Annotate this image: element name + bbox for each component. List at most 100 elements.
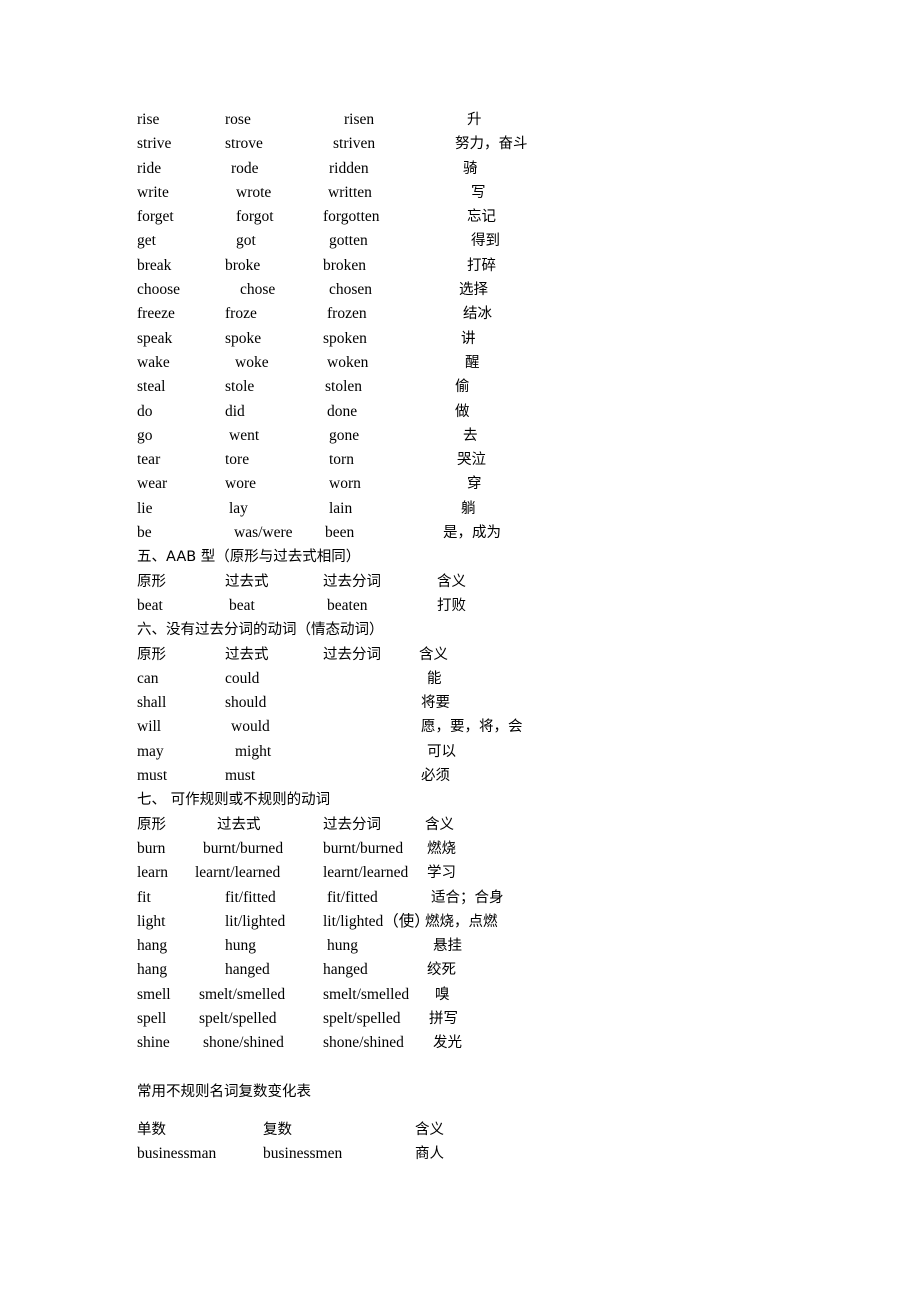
cell-participle: hanged xyxy=(323,961,368,979)
column-header-row-seven: 原形 过去式 过去分词 含义 xyxy=(137,813,857,837)
cell-past: shone/shined xyxy=(203,1034,284,1052)
cell-past: strove xyxy=(225,135,263,153)
cell-base: be xyxy=(137,524,152,542)
cell-base: get xyxy=(137,232,156,250)
column-header-past: 过去式 xyxy=(225,573,269,590)
table-row: hang hanged hanged 绞死 xyxy=(137,958,857,982)
column-header-participle: 过去分词 xyxy=(323,646,381,663)
cell-base: wake xyxy=(137,353,170,371)
table-row: spell spelt/spelled spelt/spelled 拼写 xyxy=(137,1007,857,1031)
cell-meaning: 必须 xyxy=(421,768,450,785)
cell-participle: lain xyxy=(329,499,353,517)
cell-past: beat xyxy=(229,596,255,614)
cell-base: can xyxy=(137,669,159,687)
cell-base: do xyxy=(137,402,153,420)
cell-meaning: 发光 xyxy=(433,1035,462,1052)
cell-base: smell xyxy=(137,985,171,1003)
cell-past: learnt/learned xyxy=(195,864,281,882)
column-header-meaning: 含义 xyxy=(415,1122,444,1139)
cell-base: rise xyxy=(137,111,160,128)
cell-meaning: 是，成为 xyxy=(443,525,501,542)
cell-base: learn xyxy=(137,864,168,882)
cell-participle: ridden xyxy=(329,159,369,177)
cell-base: shine xyxy=(137,1034,170,1052)
cell-base: tear xyxy=(137,451,161,469)
column-header-past: 过去式 xyxy=(217,816,261,833)
document-page: rise rose risen 升 strive strove striven 努力，奋斗 ri… xyxy=(0,0,920,1302)
table-row: get got gotten 得到 xyxy=(137,229,857,253)
cell-base: steal xyxy=(137,378,166,396)
section-title-five: 五、AAB 型（原形与过去式相同） xyxy=(137,549,361,566)
cell-past: hanged xyxy=(225,961,270,979)
cell-base: break xyxy=(137,256,172,274)
cell-participle: written xyxy=(328,183,372,201)
cell-meaning: 做 xyxy=(455,403,470,420)
table-row: be was/were been 是，成为 xyxy=(137,521,857,545)
column-header-row-noun: 单数 复数 含义 xyxy=(137,1118,857,1142)
cell-past: burnt/burned xyxy=(203,839,284,857)
cell-past: wrote xyxy=(236,183,272,201)
cell-past: tore xyxy=(225,451,250,469)
cell-participle: lit/lighted（使） xyxy=(323,912,430,930)
cell-past: lay xyxy=(229,499,248,517)
cell-participle: spoken xyxy=(323,329,367,347)
cell-past: should xyxy=(225,694,267,712)
cell-past: forgot xyxy=(236,208,274,226)
cell-meaning: 努力，奋斗 xyxy=(455,136,528,153)
column-header-row-six: 原形 过去式 过去分词 含义 xyxy=(137,643,857,667)
cell-past: might xyxy=(235,742,272,760)
cell-past: spoke xyxy=(225,329,262,347)
cell-meaning: 升 xyxy=(467,112,482,128)
cell-singular: businessman xyxy=(137,1145,217,1163)
table-row: break broke broken 打碎 xyxy=(137,254,857,278)
cell-participle: fit/fitted xyxy=(327,888,378,906)
column-header-plural: 复数 xyxy=(263,1122,292,1139)
cell-meaning: 嗅 xyxy=(435,986,450,1003)
cell-meaning: 适合；合身 xyxy=(431,889,504,906)
cell-meaning: 选择 xyxy=(459,282,488,299)
cell-past: fit/fitted xyxy=(225,888,276,906)
cell-plural: businessmen xyxy=(263,1145,343,1163)
table-row: wake woke woken 醒 xyxy=(137,351,857,375)
noun-table-title: 常用不规则名词复数变化表 xyxy=(137,1083,311,1100)
cell-participle: risen xyxy=(344,111,375,128)
cell-participle: shone/shined xyxy=(323,1034,404,1052)
cell-meaning: 将要 xyxy=(421,695,450,712)
cell-participle: forgotten xyxy=(323,208,380,226)
cell-base: burn xyxy=(137,839,166,857)
cell-participle: worn xyxy=(329,475,361,493)
cell-base: lie xyxy=(137,499,153,517)
cell-past: rose xyxy=(225,111,251,128)
noun-table-body: businessman businessmen 商人 xyxy=(137,1142,857,1166)
table-row: lie lay lain 躺 xyxy=(137,497,857,521)
table-row: go went gone 去 xyxy=(137,424,857,448)
cell-base: must xyxy=(137,767,168,785)
table-row: shine shone/shined shone/shined 发光 xyxy=(137,1031,857,1055)
cell-base: beat xyxy=(137,596,163,614)
table-row: learn learnt/learned learnt/learned 学习 xyxy=(137,861,857,885)
table-row: ride rode ridden 骑 xyxy=(137,157,857,181)
cell-base: wear xyxy=(137,475,168,493)
cell-meaning: 学习 xyxy=(427,865,456,882)
column-header-base: 原形 xyxy=(137,573,166,590)
cell-participle: done xyxy=(327,402,358,420)
column-header-meaning: 含义 xyxy=(419,646,448,663)
verb-table-abc-continued: rise rose risen 升 strive strove striven 努力，奋斗 ri… xyxy=(137,108,857,545)
cell-meaning: 得到 xyxy=(471,233,500,250)
cell-base: write xyxy=(137,183,169,201)
cell-base: spell xyxy=(137,1009,167,1027)
cell-participle: been xyxy=(325,524,355,542)
cell-base: light xyxy=(137,912,166,930)
cell-participle: gotten xyxy=(329,232,368,250)
cell-meaning: 骑 xyxy=(463,160,478,177)
table-row: choose chose chosen 选择 xyxy=(137,278,857,302)
cell-participle: spelt/spelled xyxy=(323,1009,401,1027)
table-row: beat beat beaten 打败 xyxy=(137,594,857,618)
cell-participle: torn xyxy=(329,451,354,469)
column-header-participle: 过去分词 xyxy=(323,816,381,833)
cell-base: strive xyxy=(137,135,172,153)
table-row: hang hung hung 悬挂 xyxy=(137,934,857,958)
table-row: strive strove striven 努力，奋斗 xyxy=(137,132,857,156)
column-header-base: 原形 xyxy=(137,816,166,833)
